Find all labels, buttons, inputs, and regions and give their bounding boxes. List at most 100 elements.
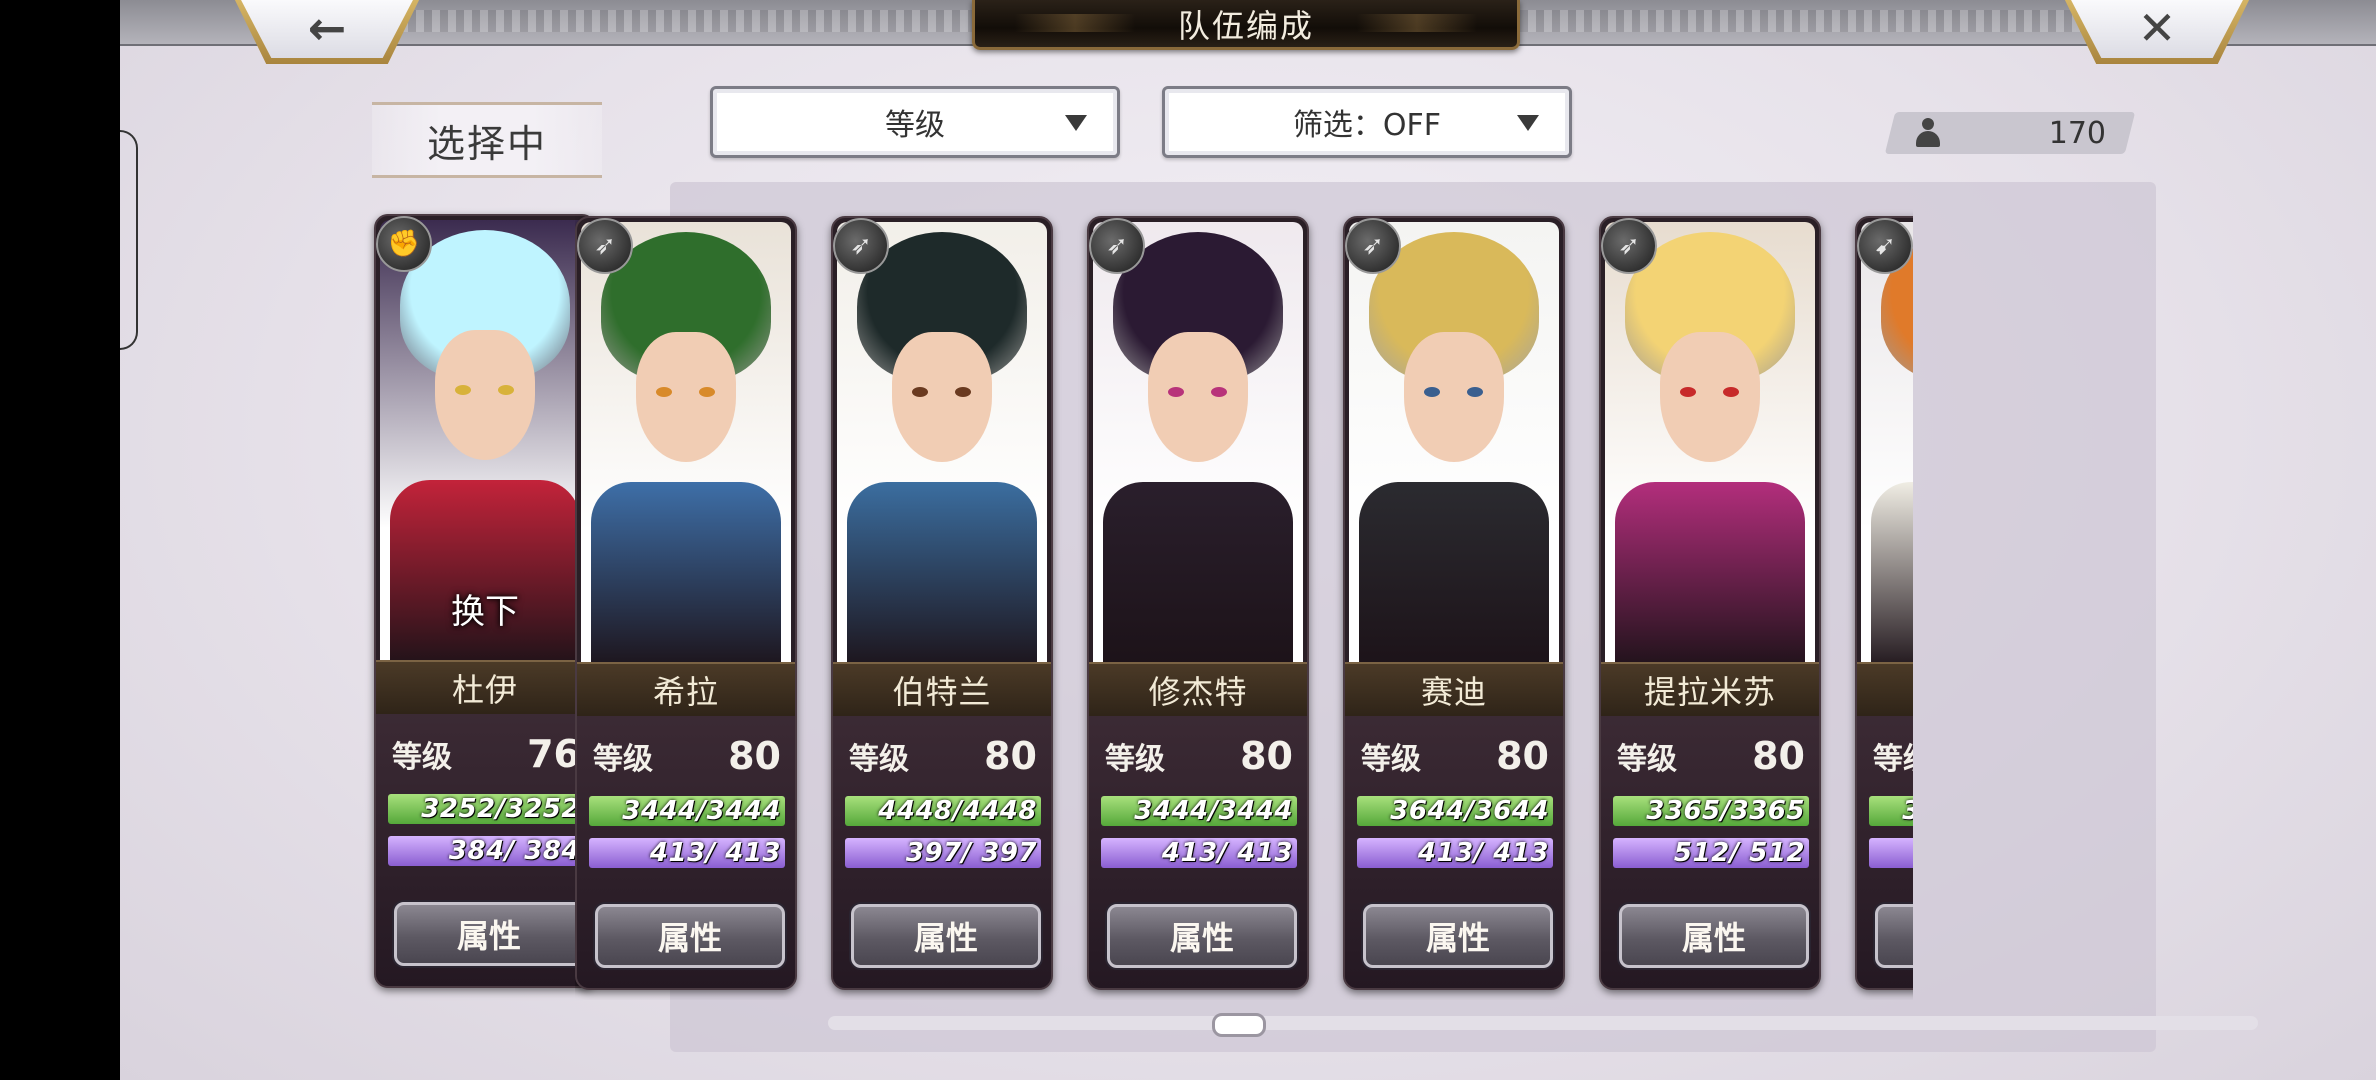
portrait-eye: [498, 385, 514, 395]
level-value: 80: [1240, 734, 1293, 778]
character-portrait: [1349, 222, 1559, 662]
hp-bar: 3363/3363: [1869, 796, 1913, 826]
level-row: 等级 80: [1105, 734, 1293, 778]
character-name: 阿尔缇: [1857, 662, 1913, 716]
roster-character-card[interactable]: ➶ 修杰特 等级 80 3444/3444 413/ 413 属性: [1087, 216, 1309, 990]
level-value: 80: [1496, 734, 1549, 778]
character-name: 赛迪: [1345, 662, 1563, 716]
spear-icon: ➶: [1601, 218, 1657, 274]
character-name: 伯特兰: [833, 662, 1051, 716]
filter-dropdown-value: 筛选：OFF: [1292, 108, 1442, 143]
portrait-face: [1660, 332, 1760, 462]
attributes-button[interactable]: 属性: [1363, 904, 1553, 968]
character-portrait: [581, 222, 791, 662]
roster-scrollbar-track[interactable]: [828, 1016, 2258, 1030]
attributes-button[interactable]: 属性: [1875, 904, 1913, 968]
portrait-eye: [455, 385, 471, 395]
portrait-face: [1148, 332, 1248, 462]
portrait-eye: [955, 387, 971, 397]
attributes-button[interactable]: 属性: [851, 904, 1041, 968]
portrait-eye: [699, 387, 715, 397]
character-stats: 等级 80 3363/3363 834/ 834 属性: [1857, 716, 1913, 988]
level-value: 80: [984, 734, 1037, 778]
level-value: 80: [1752, 734, 1805, 778]
screen-notch: [120, 130, 138, 350]
roster-character-card[interactable]: ➶ 提拉米苏 等级 80 3365/3365 512/ 512 属性: [1599, 216, 1821, 990]
character-portrait: [1861, 222, 1913, 662]
roster-scrollbar-thumb[interactable]: [1212, 1013, 1266, 1037]
portrait-body: [1103, 482, 1293, 662]
mp-bar: 413/ 413: [1101, 838, 1297, 868]
attributes-button[interactable]: 属性: [394, 902, 584, 966]
sort-dropdown[interactable]: 等级: [710, 86, 1120, 158]
roster-character-card[interactable]: ➹ 阿尔缇 等级 80 3363/3363 834/ 834 属性: [1855, 216, 1913, 990]
portrait-body: [847, 482, 1037, 662]
level-row: 等级 80: [1361, 734, 1549, 778]
level-row: 等级 80: [593, 734, 781, 778]
roster-character-card[interactable]: ➶ 伯特兰 等级 80 4448/4448 397/ 397 属性: [831, 216, 1053, 990]
spear-icon: ➶: [833, 218, 889, 274]
character-stats: 等级 80 3444/3444 413/ 413 属性: [577, 716, 795, 988]
mp-bar: 834/ 834: [1869, 838, 1913, 868]
level-row: 等级 76: [392, 732, 580, 776]
portrait-face: [1404, 332, 1504, 462]
level-value: 76: [527, 732, 580, 776]
character-name: 修杰特: [1089, 662, 1307, 716]
level-label: 等级: [1105, 742, 1165, 777]
selected-character-card[interactable]: 换下 ✊ 杜伊 等级 76 3252/3252 384/ 384 属性: [374, 214, 596, 988]
portrait-body: [1359, 482, 1549, 662]
attributes-button[interactable]: 属性: [595, 904, 785, 968]
attributes-button[interactable]: 属性: [1107, 904, 1297, 968]
page-title: 队伍编成: [1177, 6, 1314, 45]
character-stats: 等级 76 3252/3252 384/ 384 属性: [376, 714, 594, 986]
roster-character-card[interactable]: ➶ 赛迪 等级 80 3644/3644 413/ 413 属性: [1343, 216, 1565, 990]
back-button[interactable]: ←: [232, 0, 422, 64]
roster-character-card[interactable]: ➶ 希拉 等级 80 3444/3444 413/ 413 属性: [575, 216, 797, 990]
character-portrait: [837, 222, 1047, 662]
level-row: 等级 80: [1873, 736, 1913, 777]
character-name: 杜伊: [376, 660, 594, 714]
level-label: 等级: [1617, 742, 1677, 777]
mp-bar: 512/ 512: [1613, 838, 1809, 868]
portrait-body: [591, 482, 781, 662]
hp-bar: 3444/3444: [1101, 796, 1297, 826]
unit-count-badge: 170: [1884, 112, 2136, 154]
roster-viewport: ➶ 希拉 等级 80 3444/3444 413/ 413 属性 ➶ 伯特兰 等…: [575, 200, 1913, 1000]
mp-bar: 413/ 413: [1357, 838, 1553, 868]
level-label: 等级: [1361, 742, 1421, 777]
mp-bar: 397/ 397: [845, 838, 1041, 868]
filter-dropdown[interactable]: 筛选：OFF: [1162, 86, 1572, 158]
hp-bar: 4448/4448: [845, 796, 1041, 826]
portrait-eye: [1211, 387, 1227, 397]
portrait-eye: [912, 387, 928, 397]
character-stats: 等级 80 3365/3365 512/ 512 属性: [1601, 716, 1819, 988]
portrait-eye: [1424, 387, 1440, 397]
hp-bar: 3644/3644: [1357, 796, 1553, 826]
swap-out-label[interactable]: 换下: [376, 584, 594, 633]
portrait-face: [892, 332, 992, 462]
portrait-eye: [1723, 387, 1739, 397]
portrait-eye: [1467, 387, 1483, 397]
level-label: 等级: [1873, 742, 1913, 777]
spear-icon: ➶: [577, 218, 633, 274]
character-name: 希拉: [577, 662, 795, 716]
close-button[interactable]: ✕: [2062, 0, 2252, 64]
character-portrait: [1605, 222, 1815, 662]
sort-dropdown-value: 等级: [885, 108, 945, 143]
level-label: 等级: [593, 742, 653, 777]
level-row: 等级 80: [849, 734, 1037, 778]
portrait-face: [435, 330, 535, 460]
mp-bar: 413/ 413: [589, 838, 785, 868]
character-stats: 等级 80 3444/3444 413/ 413 属性: [1089, 716, 1307, 988]
portrait-eye: [1680, 387, 1696, 397]
attributes-button[interactable]: 属性: [1619, 904, 1809, 968]
level-value: 80: [728, 734, 781, 778]
level-label: 等级: [392, 740, 452, 775]
level-label: 等级: [849, 742, 909, 777]
portrait-eye: [656, 387, 672, 397]
selecting-label: 选择中: [372, 102, 602, 178]
character-name: 提拉米苏: [1601, 662, 1819, 716]
spear-icon: ➶: [1089, 218, 1145, 274]
portrait-face: [636, 332, 736, 462]
top-bar-stripe: [320, 10, 1020, 32]
